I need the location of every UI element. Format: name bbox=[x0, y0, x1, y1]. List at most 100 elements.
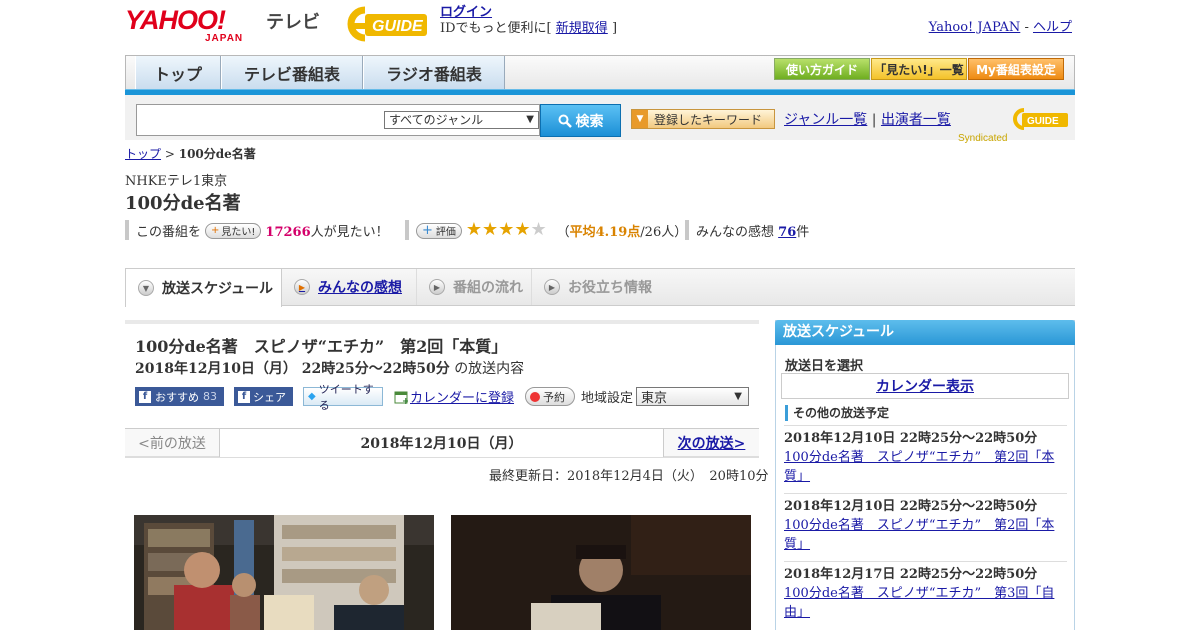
facebook-share-label: シェア bbox=[253, 390, 286, 404]
plus-icon: + bbox=[422, 223, 433, 238]
impressions-suffix: 件 bbox=[796, 225, 810, 240]
region-select[interactable]: 東京 ▼ bbox=[636, 387, 749, 406]
search-button[interactable]: 検索 bbox=[540, 104, 621, 137]
performer-list-link[interactable]: 出演者一覧 bbox=[881, 112, 951, 128]
syndicated-text: Syndicated bbox=[958, 133, 1008, 144]
impressions-count-link[interactable]: 76 bbox=[778, 225, 796, 240]
chevron-right-icon: ▶ bbox=[429, 279, 445, 295]
tab-impressions[interactable]: ▶ みんなの感想 bbox=[282, 269, 417, 305]
tab-broadcast-schedule[interactable]: ▼ 放送スケジュール bbox=[125, 269, 282, 307]
calendar-icon: + bbox=[394, 391, 408, 404]
star-empty-icon: ★ bbox=[530, 219, 547, 240]
prev-broadcast: <前の放送 bbox=[125, 429, 220, 457]
want-stat: この番組を + 見たい! 17266人が見たい！ bbox=[136, 221, 389, 240]
genre-select[interactable]: すべてのジャンル ▼ bbox=[384, 111, 539, 129]
facebook-share-button[interactable]: f シェア bbox=[234, 387, 293, 406]
facebook-recommend-button[interactable]: f おすすめ 83 bbox=[135, 387, 224, 406]
breadcrumb: トップ > 100分de名著 bbox=[125, 145, 256, 162]
facebook-icon: f bbox=[139, 390, 151, 403]
other-broadcasts-label: その他の放送予定 bbox=[785, 405, 889, 421]
want-button[interactable]: + 見たい! bbox=[205, 222, 262, 239]
links-divider: | bbox=[871, 112, 877, 128]
usage-guide-button[interactable]: 使い方ガイド bbox=[774, 58, 870, 80]
calendar-register-link[interactable]: + カレンダーに登録 bbox=[394, 387, 514, 406]
genre-links: ジャンル一覧 | 出演者一覧 bbox=[784, 109, 951, 129]
tab-label: みんなの感想 bbox=[318, 280, 402, 296]
nav-tab-radio-schedule[interactable]: ラジオ番組表 bbox=[363, 56, 505, 90]
calendar-display-label: カレンダー表示 bbox=[876, 379, 974, 395]
gguide-small-logo-icon: GUIDE bbox=[1013, 108, 1069, 130]
tab-label: 放送スケジュール bbox=[162, 281, 274, 297]
next-broadcast-link[interactable]: 次の放送> bbox=[663, 429, 759, 457]
reserve-label: 予約 bbox=[543, 390, 565, 404]
want-count: 17266 bbox=[265, 225, 311, 240]
my-schedule-settings-button[interactable]: My番組表設定 bbox=[968, 58, 1064, 80]
airtime-suffix: の放送内容 bbox=[454, 361, 525, 377]
rate-button[interactable]: + 評価 bbox=[416, 222, 462, 239]
search-icon bbox=[558, 114, 572, 128]
want-list-button[interactable]: 「見たい!」一覧 bbox=[871, 58, 967, 80]
schedule-item-link[interactable]: 100分de名著 スピノザ“エチカ” 第2回「本質」 bbox=[784, 516, 1067, 554]
program-stats: この番組を + 見たい! 17266人が見たい！ + 評価 ★★★★★ （平均4.1… bbox=[125, 220, 1075, 240]
japan-logo-text: JAPAN bbox=[205, 33, 244, 44]
tab-useful-info[interactable]: ▶ お役立ち情報 bbox=[532, 269, 662, 305]
schedule-item-link[interactable]: 100分de名著 スピノザ“エチカ” 第3回「自由」 bbox=[784, 584, 1067, 622]
schedule-item: 2018年12月10日 22時25分～22時50分 100分de名著 スピノザ“… bbox=[784, 493, 1067, 554]
genre-select-value: すべてのジャンル bbox=[389, 113, 484, 127]
last-updated: 最終更新日：2018年12月4日（火） 20時10分 bbox=[489, 469, 769, 484]
help-link[interactable]: ヘルプ bbox=[1033, 20, 1072, 35]
breadcrumb-top-link[interactable]: トップ bbox=[125, 147, 161, 161]
login-prompt-end: ] bbox=[611, 21, 618, 36]
tweet-label: ツイートする bbox=[318, 382, 374, 412]
nav-tab-top[interactable]: トップ bbox=[135, 56, 221, 90]
calendar-display-button[interactable]: カレンダー表示 bbox=[781, 373, 1069, 399]
registered-keyword-button[interactable]: ▼ 登録したキーワード bbox=[631, 109, 775, 129]
episode-title: 100分de名著 スピノザ“エチカ” 第2回「本質」 bbox=[135, 337, 508, 356]
login-prompt: IDでもっと便利に[ bbox=[440, 21, 552, 36]
schedule-item: 2018年12月10日 22時25分～22時50分 100分de名著 スピノザ“… bbox=[784, 425, 1067, 486]
gguide-logo[interactable]: GUIDE bbox=[335, 6, 433, 42]
yahoo-logo-text: YAHOO! bbox=[125, 5, 226, 35]
airtime-value: 2018年12月10日（月） 22時25分～22時50分 bbox=[135, 361, 450, 377]
calendar-register-label: カレンダーに登録 bbox=[410, 391, 515, 406]
chevron-right-icon: ▶ bbox=[294, 279, 310, 295]
rating-stars: ★★★★★ bbox=[466, 219, 547, 240]
current-broadcast-date: 2018年12月10日（月） bbox=[220, 429, 663, 457]
schedule-item-time: 2018年12月10日 22時25分～22時50分 bbox=[784, 431, 1038, 446]
episode-photo-reader bbox=[451, 515, 751, 630]
yahoo-japan-logo[interactable]: YAHOO! JAPAN bbox=[125, 5, 265, 44]
want-button-label: 見たい! bbox=[221, 227, 256, 238]
content-tabs: ▼ 放送スケジュール ▶ みんなの感想 ▶ 番組の流れ ▶ お役立ち情報 bbox=[125, 268, 1075, 307]
schedule-item: 2018年12月17日 22時25分～22時50分 100分de名著 スピノザ“… bbox=[784, 561, 1067, 622]
reserve-button[interactable]: 予約 bbox=[525, 387, 575, 406]
facebook-icon: f bbox=[238, 390, 250, 403]
yahoo-japan-link[interactable]: Yahoo! JAPAN bbox=[929, 20, 1021, 35]
reader-scene-image bbox=[451, 515, 751, 630]
tv-label: テレビ bbox=[266, 12, 320, 33]
channel-name: NHKEテレ1東京 bbox=[125, 174, 228, 189]
nav-tab-tv-schedule[interactable]: テレビ番組表 bbox=[221, 56, 363, 90]
region-select-value: 東京 bbox=[641, 391, 668, 406]
rate-button-label: 評価 bbox=[435, 227, 456, 238]
login-link[interactable]: ログイン bbox=[440, 5, 492, 20]
tab-label: お役立ち情報 bbox=[568, 280, 652, 296]
date-select-label: 放送日を選択 bbox=[785, 359, 864, 374]
dropdown-arrow-icon: ▼ bbox=[734, 391, 742, 402]
register-link[interactable]: 新規取得 bbox=[556, 21, 608, 36]
stat-divider bbox=[685, 220, 689, 240]
rating-stat: + 評価 ★★★★★ （平均4.19点/26人） bbox=[416, 221, 687, 240]
broadcast-pager: <前の放送 2018年12月10日（月） 次の放送> bbox=[125, 428, 759, 458]
top-right-links: Yahoo! JAPAN - ヘルプ bbox=[929, 16, 1072, 35]
tab-program-flow[interactable]: ▶ 番組の流れ bbox=[417, 269, 532, 305]
tweet-button[interactable]: ◆ ツイートする bbox=[303, 383, 383, 412]
studio-scene-image bbox=[134, 515, 434, 630]
social-actions: f おすすめ 83 f シェア ◆ ツイートする + カレンダーに登録 予約 地… bbox=[135, 383, 755, 412]
sidebar-title: 放送スケジュール bbox=[775, 320, 1075, 345]
genre-list-link[interactable]: ジャンル一覧 bbox=[784, 112, 867, 128]
breadcrumb-separator: > bbox=[164, 147, 175, 161]
gguide-logo-icon: GUIDE bbox=[347, 6, 427, 42]
schedule-item-link[interactable]: 100分de名著 スピノザ“エチカ” 第2回「本質」 bbox=[784, 448, 1067, 486]
svg-text:GUIDE: GUIDE bbox=[372, 18, 424, 35]
breadcrumb-current: 100分de名著 bbox=[178, 147, 256, 161]
program-title: 100分de名著 bbox=[125, 193, 241, 214]
